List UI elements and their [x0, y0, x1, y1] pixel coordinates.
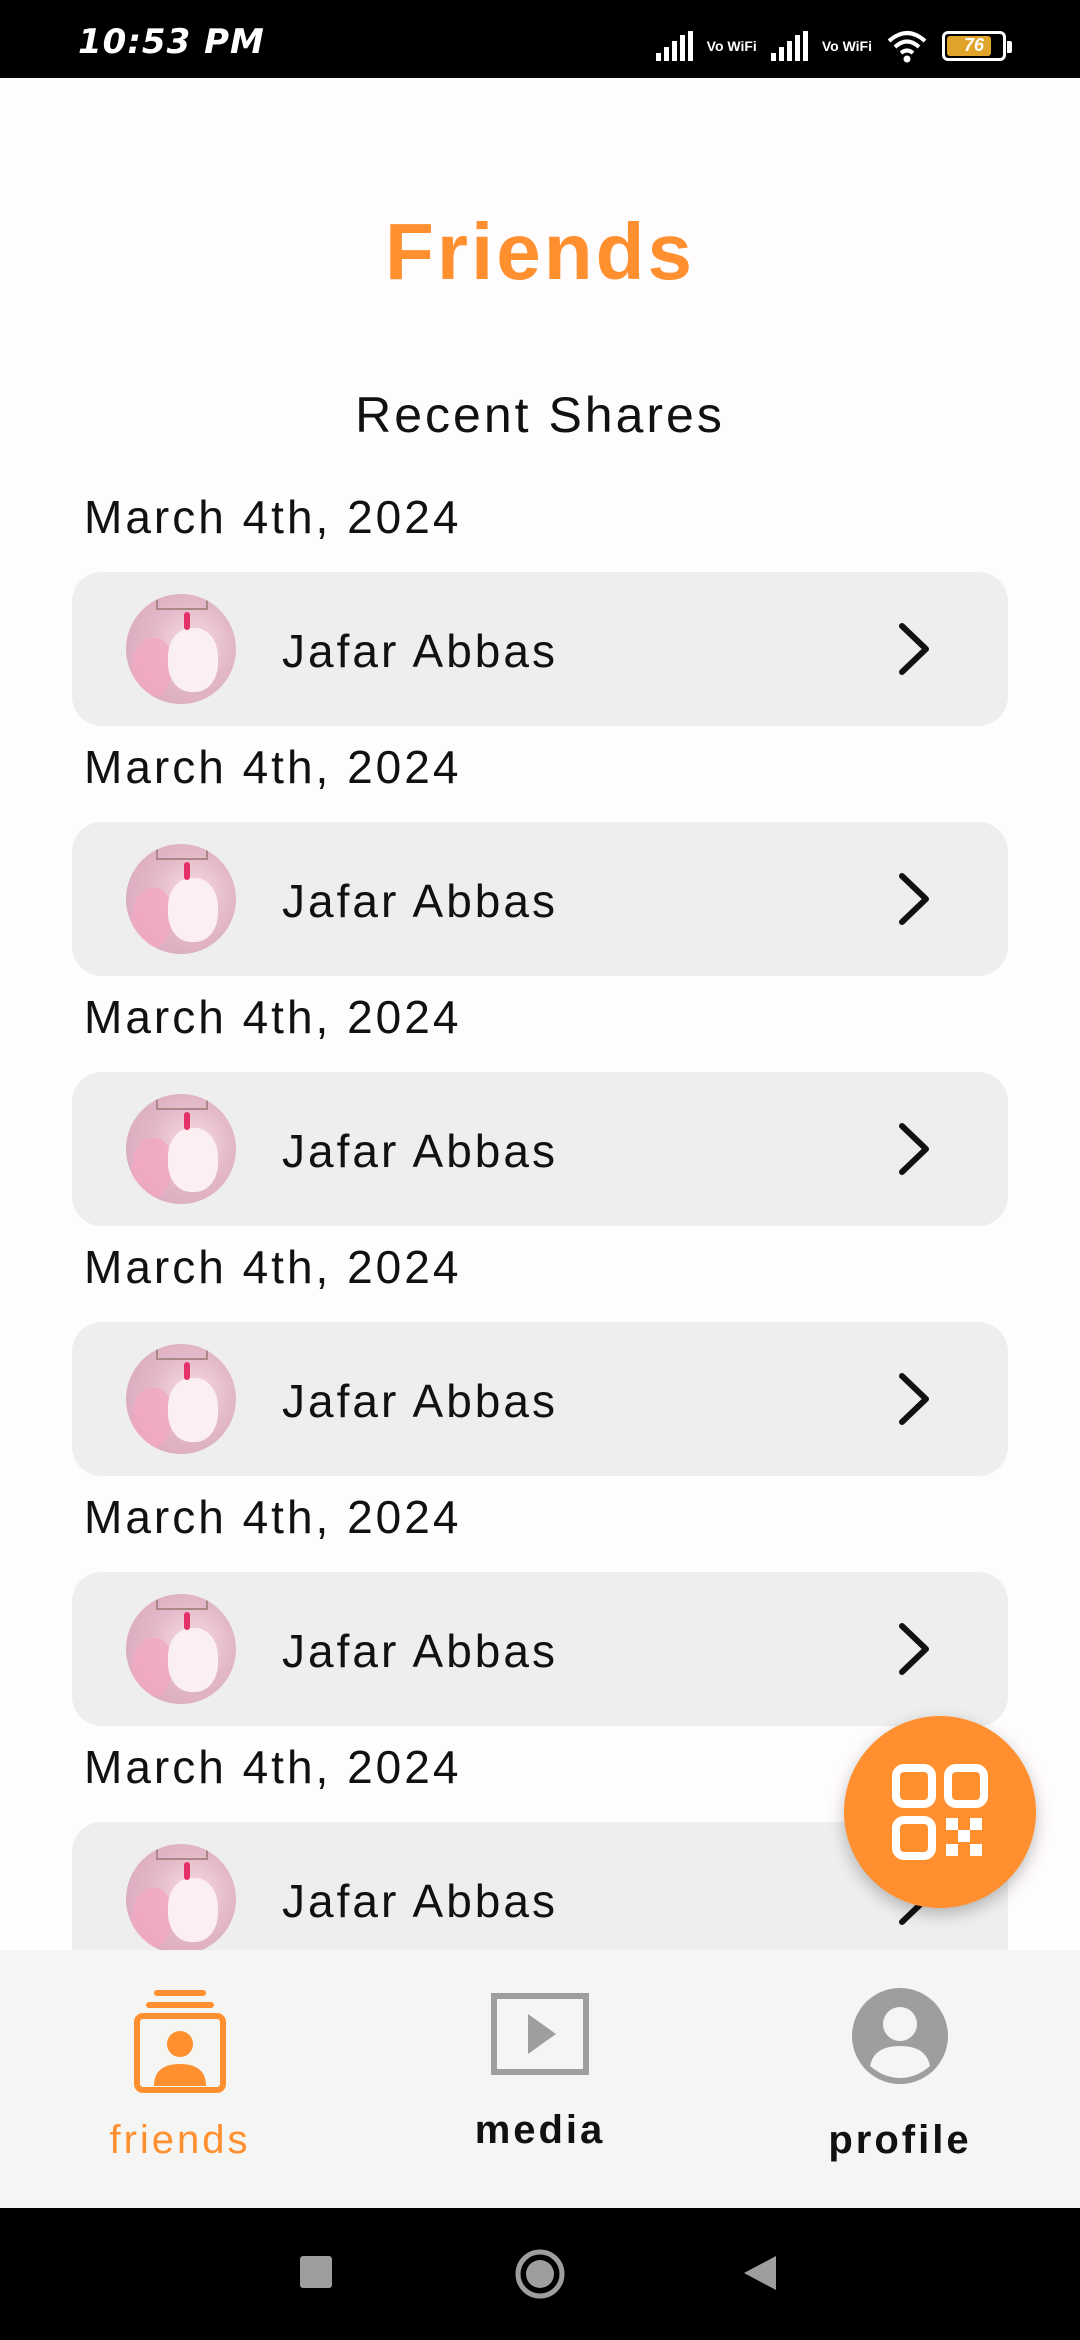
avatar	[126, 1594, 236, 1704]
home-icon[interactable]	[514, 2248, 566, 2300]
nav-profile[interactable]: profile	[750, 1950, 1050, 2210]
share-date: March 4th, 2024	[84, 1491, 462, 1543]
nav-label-media: media	[474, 2108, 606, 2152]
friend-name: Jafar Abbas	[282, 625, 558, 677]
share-group: March 4th, 2024 Jafar Abbas	[0, 1240, 1080, 1490]
bottom-nav: friends media profile	[0, 1950, 1080, 2210]
battery-level: 76	[963, 35, 985, 55]
wifi-icon	[887, 31, 927, 63]
friend-name: Jafar Abbas	[282, 1125, 558, 1177]
recents-icon[interactable]	[300, 2256, 332, 2288]
friend-name: Jafar Abbas	[282, 1375, 558, 1427]
status-icons: Vo WiFi Vo WiFi 76	[655, 26, 1012, 66]
status-bar: 10:53 PM Vo WiFi Vo WiFi 76	[0, 0, 1080, 78]
share-card[interactable]: Jafar Abbas	[72, 572, 1008, 726]
chevron-right-icon[interactable]	[888, 1372, 938, 1426]
friend-name: Jafar Abbas	[282, 1875, 558, 1927]
share-group: March 4th, 2024 Jafar Abbas	[0, 740, 1080, 990]
qr-code-button[interactable]	[844, 1716, 1036, 1908]
friends-icon	[134, 1990, 226, 2093]
share-date: March 4th, 2024	[84, 1241, 462, 1293]
vowifi-icon: Vo WiFi	[821, 38, 872, 54]
avatar	[126, 594, 236, 704]
chevron-right-icon[interactable]	[888, 622, 938, 676]
chevron-right-icon[interactable]	[888, 1622, 938, 1676]
signal-icon	[770, 31, 808, 61]
signal-icon	[655, 31, 693, 61]
share-card[interactable]: Jafar Abbas	[72, 1072, 1008, 1226]
nav-friends[interactable]: friends	[30, 1950, 330, 2210]
section-title: Recent Shares	[355, 387, 725, 443]
avatar	[126, 1094, 236, 1204]
media-play-icon	[491, 1993, 589, 2075]
avatar	[126, 1844, 236, 1950]
chevron-right-icon[interactable]	[888, 872, 938, 926]
avatar	[126, 1344, 236, 1454]
vowifi-icon: Vo WiFi	[706, 38, 757, 54]
nav-label-profile: profile	[828, 2118, 972, 2162]
share-card[interactable]: Jafar Abbas	[72, 1322, 1008, 1476]
share-date: March 4th, 2024	[84, 741, 462, 793]
qr-code-icon	[892, 1764, 988, 1860]
back-icon[interactable]	[742, 2254, 778, 2292]
share-group: March 4th, 2024 Jafar Abbas	[0, 990, 1080, 1240]
share-group: March 4th, 2024 Jafar Abbas	[0, 1490, 1080, 1740]
share-card[interactable]: Jafar Abbas	[72, 1572, 1008, 1726]
friend-name: Jafar Abbas	[282, 875, 558, 927]
share-date: March 4th, 2024	[84, 991, 462, 1043]
friend-name: Jafar Abbas	[282, 1625, 558, 1677]
share-card[interactable]: Jafar Abbas	[72, 822, 1008, 976]
nav-label-friends: friends	[109, 2118, 251, 2162]
battery-icon: 76	[942, 31, 1012, 61]
chevron-right-icon[interactable]	[888, 1122, 938, 1176]
share-date: March 4th, 2024	[84, 491, 462, 543]
share-date: March 4th, 2024	[84, 1741, 462, 1793]
system-nav-bar	[0, 2208, 1080, 2340]
avatar	[126, 844, 236, 954]
status-time: 10:53 PM	[78, 22, 265, 62]
profile-icon	[852, 1988, 948, 2084]
share-group: March 4th, 2024 Jafar Abbas	[0, 490, 1080, 740]
page-title: Friends	[385, 207, 695, 296]
nav-media[interactable]: media	[390, 1950, 690, 2210]
